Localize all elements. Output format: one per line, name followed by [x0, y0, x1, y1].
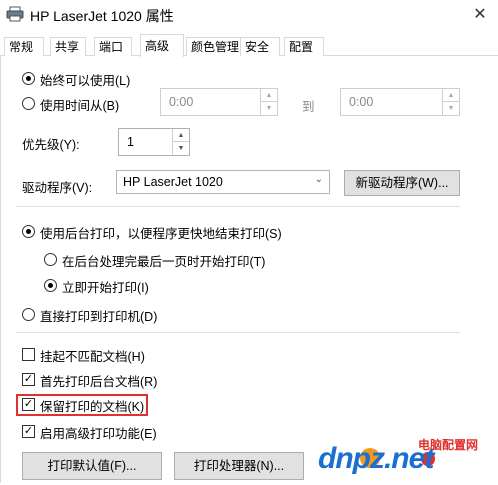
enable-advanced-features-label: 启用高级打印功能(E) [40, 427, 157, 441]
driver-label: 驱动程序(V): [22, 181, 93, 195]
tab-security[interactable]: 安全 [240, 37, 280, 56]
spin-down-icon[interactable]: ▼ [261, 102, 277, 115]
print-spooled-first-label: 首先打印后台文档(R) [40, 375, 158, 389]
tab-device-settings[interactable]: 配置 [284, 37, 324, 56]
start-immediately-radio[interactable] [44, 279, 57, 292]
tab-general[interactable]: 常规 [4, 37, 44, 56]
to-time-value: 0:00 [349, 95, 374, 109]
window-title: HP LaserJet 1020 属性 [30, 8, 174, 24]
from-time-spinner[interactable]: 0:00 ▲ ▼ [160, 88, 278, 116]
tab-ports[interactable]: 端口 [94, 37, 132, 56]
print-spooled-first-checkbox[interactable]: ✓ [22, 373, 35, 386]
after-last-page-label: 在后台处理完最后一页时开始打印(T) [62, 255, 266, 269]
chevron-down-icon: ⌄ [314, 174, 323, 185]
spool-radio[interactable] [22, 225, 35, 238]
spin-down-icon[interactable]: ▼ [443, 102, 459, 115]
always-available-label: 始终可以使用(L) [40, 74, 131, 88]
keep-printed-documents-label: 保留打印的文档(K) [40, 400, 145, 414]
to-time-spinner[interactable]: 0:00 ▲ ▼ [340, 88, 460, 116]
site-watermark-text: dnpz.net [318, 442, 434, 475]
site-watermark-name: 电脑配置网 [418, 438, 479, 452]
available-from-label: 使用时间从(B) [40, 99, 120, 113]
enable-advanced-features-checkbox[interactable]: ✓ [22, 425, 35, 438]
site-watermark: dnpz.net 电脑配置网 [318, 432, 496, 482]
to-label: 到 [302, 100, 315, 114]
close-button[interactable]: ✕ [462, 0, 498, 30]
spool-label: 使用后台打印，以便程序更快地结束打印(S) [40, 227, 282, 241]
spin-up-icon[interactable]: ▲ [261, 89, 277, 102]
always-available-radio[interactable] [22, 72, 35, 85]
new-driver-button[interactable]: 新驱动程序(W)... [344, 170, 460, 196]
printing-defaults-button[interactable]: 打印默认值(F)... [22, 452, 162, 480]
spin-up-icon[interactable]: ▲ [443, 89, 459, 102]
divider [16, 206, 460, 207]
after-last-page-radio[interactable] [44, 253, 57, 266]
spin-down-icon[interactable]: ▼ [173, 142, 189, 155]
priority-spinner[interactable]: 1 ▲ ▼ [118, 128, 190, 156]
start-immediately-label: 立即开始打印(I) [62, 281, 149, 295]
available-from-radio[interactable] [22, 97, 35, 110]
print-direct-label: 直接打印到打印机(D) [40, 310, 158, 324]
title-bar: HP LaserJet 1020 属性 ✕ [0, 0, 498, 30]
print-direct-radio[interactable] [22, 308, 35, 321]
driver-value: HP LaserJet 1020 [123, 175, 223, 189]
driver-select[interactable]: HP LaserJet 1020 ⌄ [116, 170, 330, 194]
keep-printed-documents-checkbox[interactable]: ✓ [22, 398, 35, 411]
tab-sharing[interactable]: 共享 [50, 37, 86, 56]
priority-value: 1 [127, 135, 134, 149]
hold-mismatched-label: 挂起不匹配文档(H) [40, 350, 145, 364]
spin-up-icon[interactable]: ▲ [173, 129, 189, 142]
print-processor-button[interactable]: 打印处理器(N)... [174, 452, 304, 480]
divider [16, 332, 460, 333]
printer-icon [6, 6, 24, 22]
priority-label: 优先级(Y): [22, 138, 80, 152]
from-time-value: 0:00 [169, 95, 194, 109]
hold-mismatched-checkbox[interactable] [22, 348, 35, 361]
tab-advanced[interactable]: 高级 [140, 34, 184, 57]
